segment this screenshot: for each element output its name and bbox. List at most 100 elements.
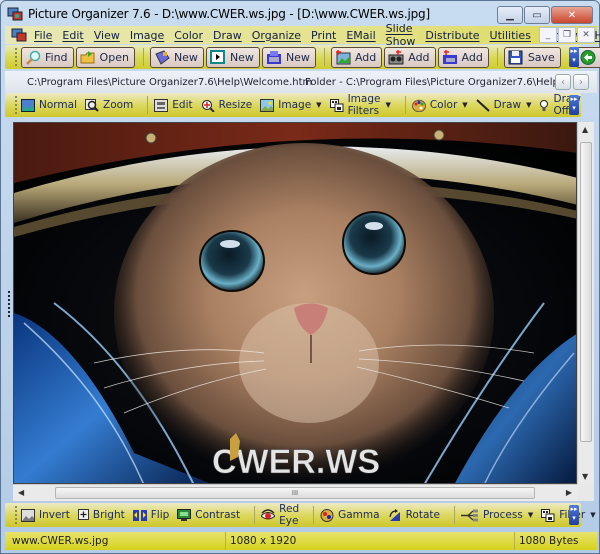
mdi-minimize-button[interactable]: _	[539, 27, 557, 43]
toolbar-grip[interactable]	[15, 506, 17, 524]
color-menu-button[interactable]: Color ▼	[411, 99, 468, 112]
dropdown-arrow-icon: ▼	[590, 511, 596, 519]
toolbar-separator	[313, 506, 315, 524]
menu-draw[interactable]: Draw	[213, 29, 242, 42]
dropdown-arrow-icon: ▼	[526, 101, 532, 109]
document-icon[interactable]	[11, 28, 27, 42]
scroll-corner	[577, 484, 594, 501]
maximize-button[interactable]: ▭	[524, 6, 550, 24]
toolbar-separator	[404, 96, 406, 114]
invert-button[interactable]: Invert	[21, 508, 70, 522]
menu-email[interactable]: EMail	[346, 29, 375, 42]
save-button[interactable]: Save	[503, 46, 561, 68]
menu-edit[interactable]: Edit	[62, 29, 83, 42]
scroll-left-icon[interactable]: ◀	[18, 488, 24, 497]
menu-view[interactable]: View	[94, 29, 120, 42]
gamma-icon	[320, 508, 334, 522]
rotate-button[interactable]: Rotate	[388, 508, 440, 522]
image-viewport[interactable]: CWER.WS	[13, 122, 577, 484]
menu-distribute[interactable]: Distribute	[425, 29, 479, 42]
chevron-icon: ▸▸ ▾	[570, 47, 578, 64]
next-button[interactable]: ›	[573, 74, 589, 90]
main-toolbar: Find Open New New New Add Add Add Save ▸…	[5, 45, 600, 69]
close-button[interactable]: ✕	[551, 6, 593, 24]
dropdown-arrow-icon: ▼	[316, 101, 322, 109]
menu-organize[interactable]: Organize	[252, 29, 301, 42]
toolbar-separator	[254, 506, 256, 524]
restore-icon: ❐	[562, 30, 572, 40]
splitter-grip[interactable]	[8, 291, 11, 317]
red-eye-icon	[260, 508, 276, 522]
image-menu-button[interactable]: Image ▼	[260, 98, 322, 112]
minimize-icon: ▁	[506, 9, 514, 21]
new-collection-button[interactable]: New	[261, 46, 316, 68]
horizontal-scrollbar[interactable]: ◀ III ▶	[13, 484, 577, 501]
add-media-icon	[388, 49, 404, 65]
new-album-icon	[154, 49, 170, 65]
add-image-button[interactable]: Add	[330, 46, 383, 68]
find-button[interactable]: Find	[21, 46, 74, 68]
previous-button[interactable]: ‹	[555, 74, 571, 90]
image-filters-button[interactable]: Image Filters ▼	[329, 93, 391, 117]
vertical-scrollbar[interactable]: ▲ ▼	[577, 122, 594, 484]
scroll-right-icon[interactable]: ▶	[566, 488, 572, 497]
minimize-button[interactable]: ▁	[497, 6, 523, 24]
menu-print[interactable]: Print	[311, 29, 336, 42]
chevron-icon: ▸▸ ▾	[570, 505, 578, 522]
toolbar-overflow-button[interactable]: ▸▸ ▾	[569, 505, 579, 525]
bulb-icon	[539, 99, 549, 112]
dropdown-arrow-icon: ▼	[527, 511, 534, 519]
resize-button[interactable]: Resize	[201, 99, 252, 113]
vertical-scroll-thumb[interactable]	[580, 142, 592, 442]
menu-help[interactable]: Help	[594, 29, 600, 42]
chevron-left-icon: ‹	[561, 76, 565, 88]
zoom-button[interactable]: Zoom	[85, 98, 133, 112]
displayed-image: CWER.WS	[14, 123, 576, 483]
adjust-toolbar: Invert Bright Flip Contrast Red Eye Gamm…	[5, 503, 596, 527]
mdi-restore-button[interactable]: ❐	[558, 27, 576, 43]
contrast-button[interactable]: Contrast	[177, 508, 240, 522]
folder-path: Folder - C:\Program Files\Picture Organi…	[305, 76, 559, 88]
scroll-down-icon[interactable]: ▼	[582, 472, 588, 481]
toolbar-overflow-button[interactable]: ▸▸ ▾	[569, 47, 579, 67]
magnifier-icon	[25, 50, 41, 65]
open-folder-icon	[80, 50, 96, 65]
dropdown-arrow-icon: ▼	[385, 101, 391, 109]
toolbar-overflow-button[interactable]: ▸▸ ▾	[569, 95, 579, 115]
menu-color[interactable]: Color	[174, 29, 203, 42]
toolbar-separator	[496, 48, 498, 66]
close-icon: ✕	[582, 30, 590, 40]
normal-view-button[interactable]: Normal	[21, 98, 77, 112]
edit-icon	[154, 98, 169, 112]
process-menu-button[interactable]: Process ▼	[460, 509, 534, 522]
floppy-icon	[508, 50, 524, 65]
gamma-button[interactable]: Gamma	[320, 508, 380, 522]
horizontal-scroll-thumb[interactable]: III	[55, 487, 535, 499]
add-collection-button[interactable]: Add	[437, 46, 489, 68]
add-media-button[interactable]: Add	[384, 46, 436, 68]
scroll-up-icon[interactable]: ▲	[582, 125, 588, 134]
bright-icon	[77, 508, 89, 522]
back-button[interactable]: Back	[575, 46, 600, 68]
draw-menu-button[interactable]: Draw ▼	[475, 98, 532, 112]
open-button[interactable]: Open	[75, 46, 135, 68]
maximize-icon: ▭	[532, 9, 542, 21]
new-album-button[interactable]: New	[149, 46, 204, 68]
mdi-close-button[interactable]: ✕	[577, 27, 595, 43]
close-icon: ✕	[567, 9, 577, 21]
chevron-right-icon: ›	[579, 76, 583, 88]
bright-button[interactable]: Bright	[77, 508, 125, 522]
toolbar-grip[interactable]	[15, 48, 17, 66]
resize-icon	[201, 99, 215, 113]
flip-button[interactable]: Flip	[132, 509, 169, 522]
menu-image[interactable]: Image	[130, 29, 164, 42]
new-slideshow-button[interactable]: New	[205, 46, 260, 68]
red-eye-button[interactable]: Red Eye	[260, 503, 299, 527]
menu-utilities[interactable]: Utilities	[490, 29, 531, 42]
file-path: C:\Program Files\Picture Organizer7.6\He…	[27, 76, 313, 88]
process-icon	[460, 509, 479, 522]
edit-button[interactable]: Edit	[154, 98, 193, 112]
toolbar-grip[interactable]	[15, 96, 17, 114]
menu-file[interactable]: File	[34, 29, 52, 42]
chevron-icon: ▸▸ ▾	[570, 95, 578, 112]
